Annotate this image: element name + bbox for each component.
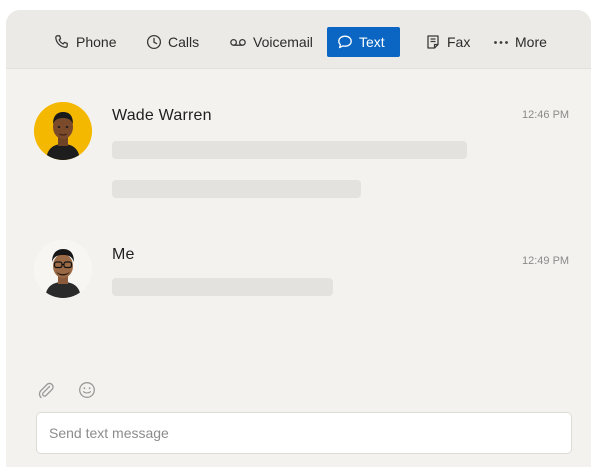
message-content-placeholder [112,278,333,296]
message-input[interactable] [36,412,572,454]
tab-more[interactable]: More [483,27,557,57]
tab-phone-label: Phone [76,34,117,50]
message-content-placeholder [112,141,467,159]
attach-button[interactable] [36,380,56,400]
chat-bubble-icon [338,35,352,49]
avatar[interactable] [34,102,92,160]
channel-toolbar: Phone Calls Voicemail Text Fax More [6,10,591,69]
phone-icon [55,35,68,48]
sender-name: Wade Warren [112,107,212,124]
messaging-panel: Phone Calls Voicemail Text Fax More Wade… [6,10,591,467]
tab-more-label: More [515,34,547,50]
emoji-icon [79,382,95,398]
tab-voicemail[interactable]: Voicemail [219,27,323,57]
person-avatar-icon [34,102,92,160]
fax-icon [427,35,439,49]
tab-phone[interactable]: Phone [44,27,126,57]
message-timestamp: 12:46 PM [522,109,570,121]
message-content-placeholder [112,180,361,198]
tab-voicemail-label: Voicemail [253,34,313,50]
clock-icon [146,34,162,50]
tab-text[interactable]: Text [327,27,400,57]
voicemail-icon [230,38,246,46]
tab-calls-label: Calls [168,34,200,50]
avatar[interactable] [34,240,92,298]
person-avatar-icon [34,240,92,298]
tab-text-label: Text [359,34,385,50]
sender-name: Me [112,246,135,263]
more-dots-icon [494,41,508,44]
message-timestamp: 12:49 PM [522,255,570,267]
tab-fax[interactable]: Fax [415,27,480,57]
emoji-button[interactable] [77,380,97,400]
paperclip-icon [38,382,54,399]
tab-calls[interactable]: Calls [136,27,209,57]
tab-fax-label: Fax [447,34,471,50]
